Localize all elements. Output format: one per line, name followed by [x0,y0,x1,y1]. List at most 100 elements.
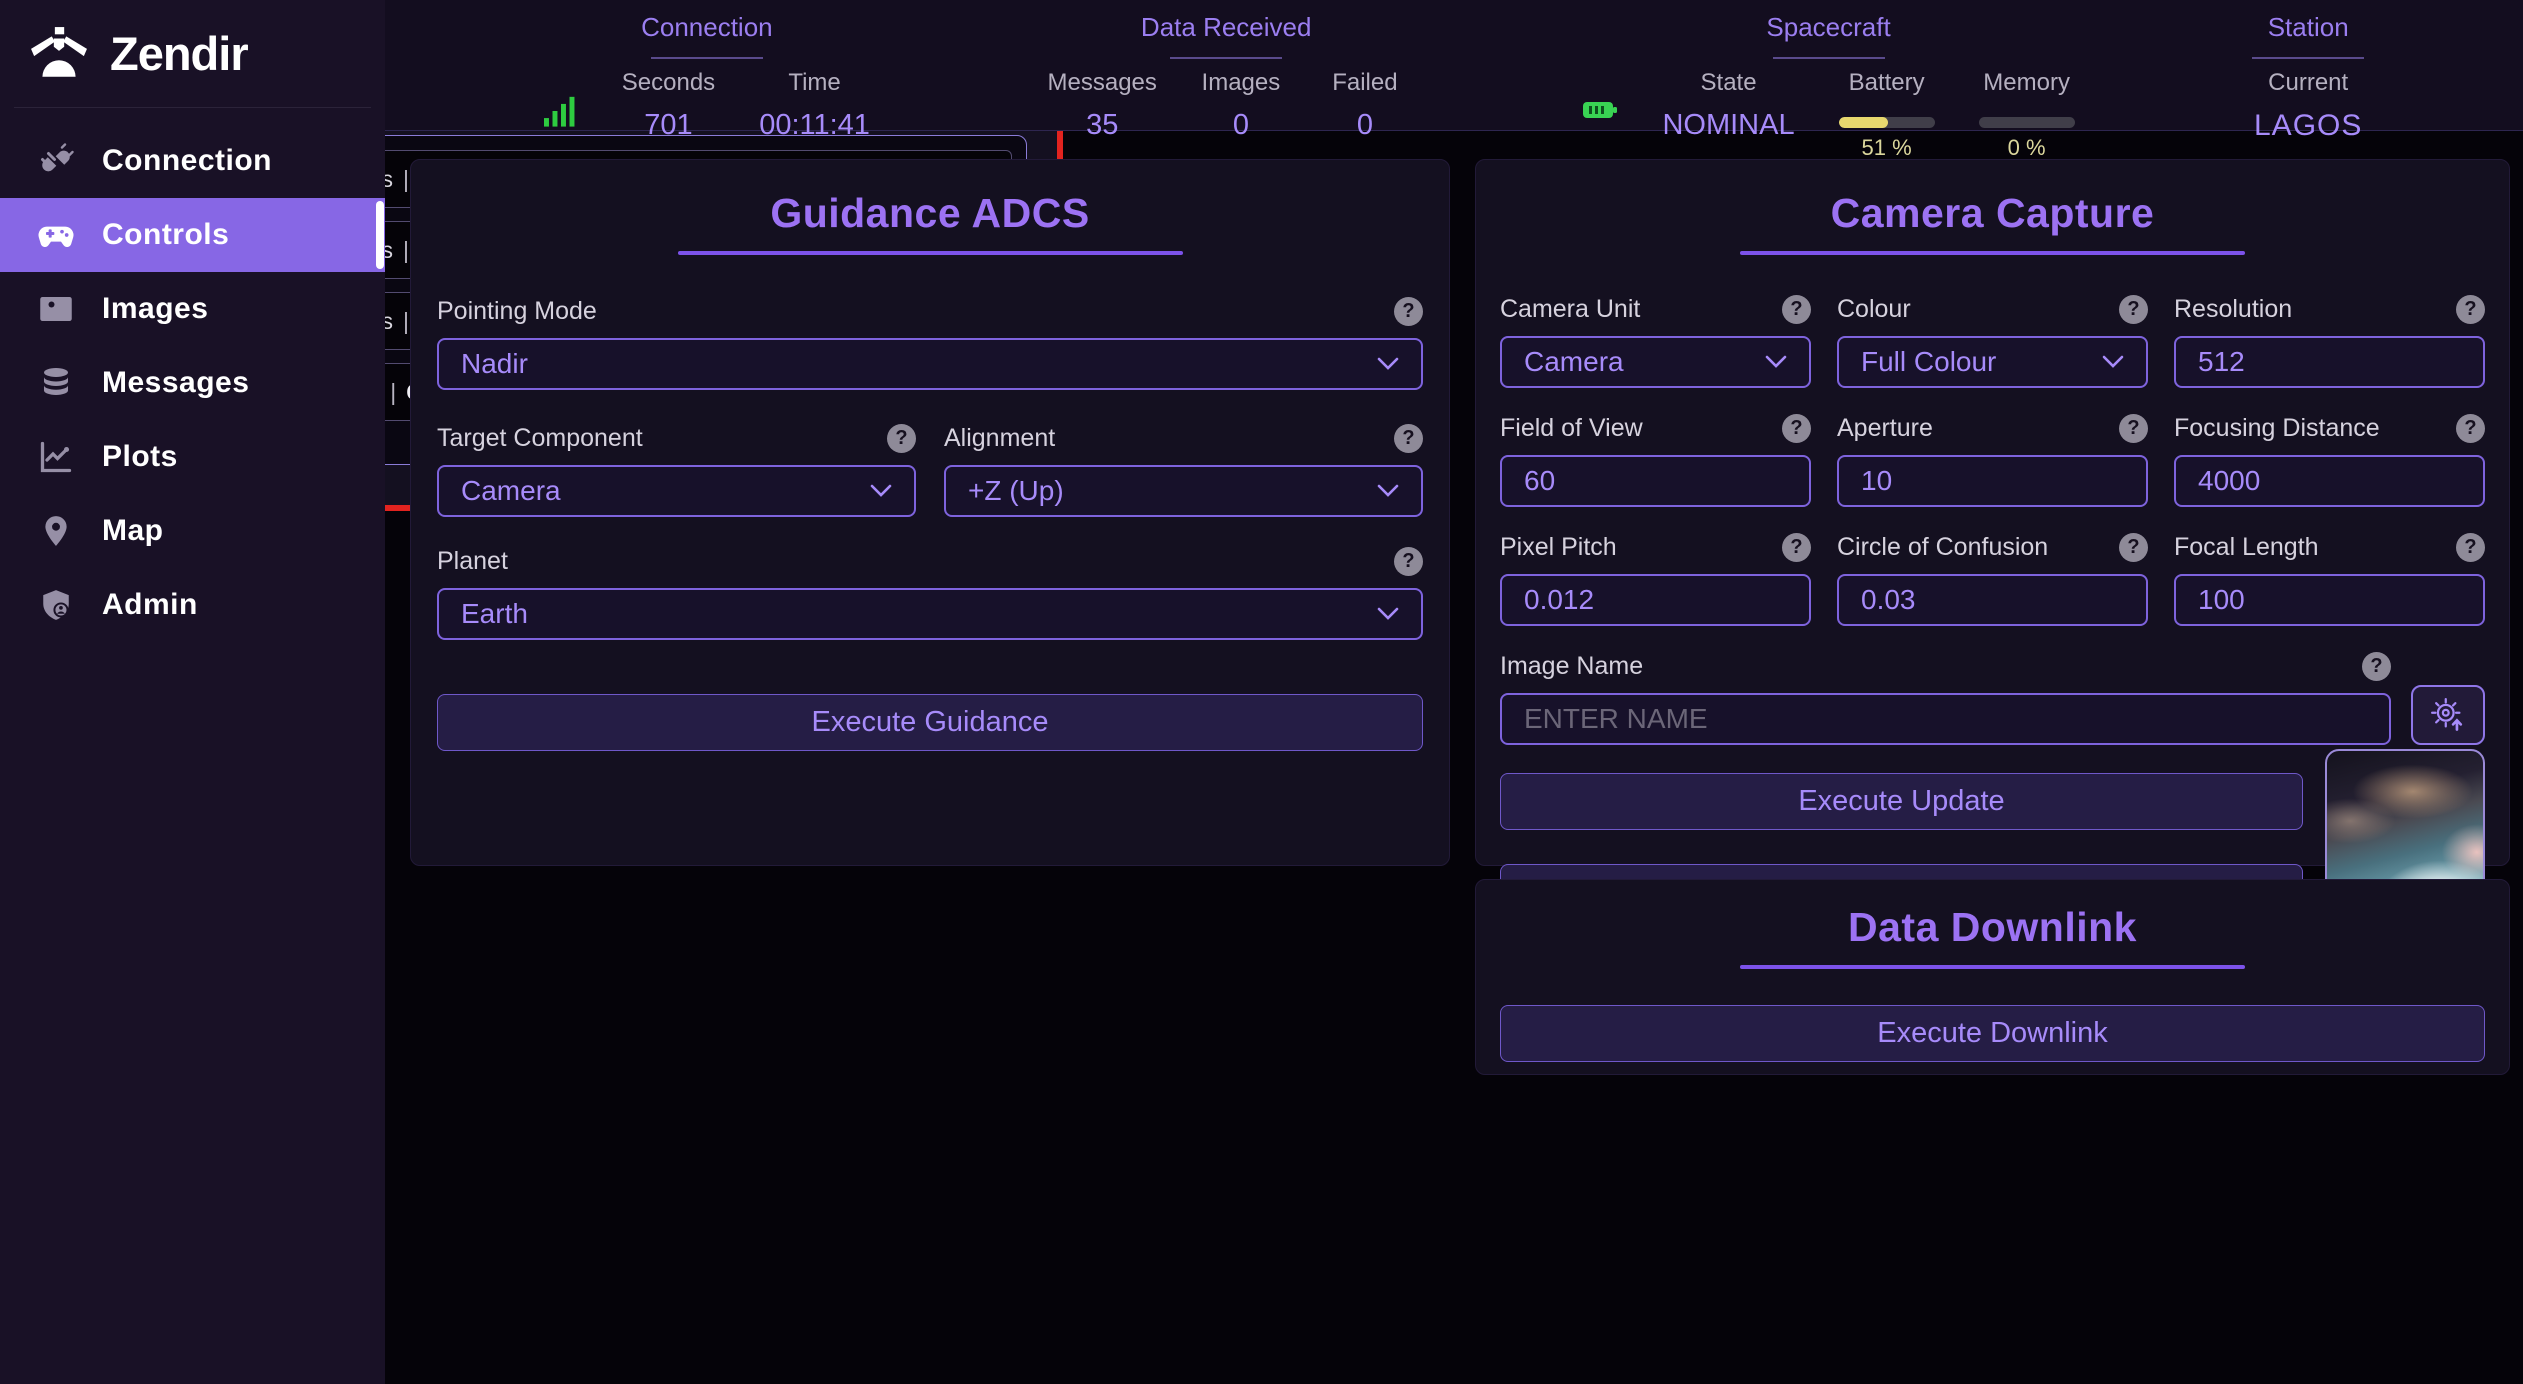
failed-label: Failed [1332,69,1397,97]
section-underline [2252,57,2364,59]
sidebar-item-label: Messages [102,366,249,400]
help-icon[interactable]: ? [2119,414,2148,443]
circle-of-confusion-input[interactable] [1837,574,2148,626]
focal-length-input[interactable] [2174,574,2485,626]
sidebar-item-controls[interactable]: Controls [0,198,385,272]
camera-unit-select[interactable]: Camera [1500,336,1811,388]
failed-value: 0 [1357,109,1373,142]
help-icon[interactable]: ? [1394,297,1423,326]
images-stat: Images 0 [1201,69,1281,142]
field-of-view-input[interactable] [1500,455,1811,507]
memory-meter [1979,117,2075,128]
gamepad-icon [36,215,76,255]
execute-guidance-button[interactable]: Execute Guidance [437,694,1423,751]
spacecraft-section: Spacecraft State NOMINAL Battery 51 [1582,0,2074,161]
help-icon[interactable]: ? [2362,652,2391,681]
images-value: 0 [1233,109,1249,142]
chart-icon [36,437,76,477]
time-label: Time [788,69,840,97]
sidebar-item-images[interactable]: Images [0,272,385,346]
help-icon[interactable]: ? [2119,533,2148,562]
panel-title-underline [678,251,1183,255]
help-icon[interactable]: ? [1782,533,1811,562]
status-topbar: Connection Seconds 701 Time 00:11:41 [385,0,2523,131]
current-station-stat: Current LAGOS [2254,69,2362,143]
seconds-label: Seconds [622,69,715,97]
camera-capture-panel: Camera Capture Camera Unit ? Camera Colo… [1475,159,2510,866]
help-icon[interactable]: ? [1782,295,1811,324]
sidebar-item-label: Admin [102,588,198,622]
sidebar-item-label: Connection [102,144,272,178]
target-component-value: Camera [461,475,561,507]
camera-unit-label: Camera Unit [1500,295,1640,324]
execute-update-button[interactable]: Execute Update [1500,773,2303,830]
time-value: 00:11:41 [759,109,870,142]
images-label: Images [1202,69,1281,97]
gear-upload-icon [2429,696,2467,734]
help-icon[interactable]: ? [2119,295,2148,324]
sidebar-item-label: Controls [102,218,229,252]
target-component-select[interactable]: Camera [437,465,916,517]
memory-percent: 0 % [2008,135,2046,161]
execute-downlink-button[interactable]: Execute Downlink [1500,1005,2485,1062]
signal-bars-icon [544,95,578,127]
focusing-distance-input[interactable] [2174,455,2485,507]
planet-select[interactable]: Earth [437,588,1423,640]
pointing-mode-label: Pointing Mode [437,297,597,326]
help-icon[interactable]: ? [887,424,916,453]
help-icon[interactable]: ? [1782,414,1811,443]
sidebar-item-messages[interactable]: Messages [0,346,385,420]
aperture-input[interactable] [1837,455,2148,507]
help-icon[interactable]: ? [1394,547,1423,576]
connection-section: Connection Seconds 701 Time 00:11:41 [544,0,870,142]
data-received-section: Data Received Messages 35 Images 0 Faile… [1048,0,1405,142]
sidebar-item-label: Map [102,514,164,548]
sidebar-item-label: Plots [102,440,178,474]
brand-name: Zendir [110,26,248,81]
brand: Zendir [0,0,385,105]
planet-value: Earth [461,598,528,630]
state-stat: State NOMINAL [1662,69,1794,142]
help-icon[interactable]: ? [2456,414,2485,443]
battery-stat: Battery 51 % [1839,69,1935,161]
image-name-input[interactable] [1500,693,2391,745]
state-value: NOMINAL [1662,109,1794,142]
seconds-value: 701 [644,109,692,142]
help-icon[interactable]: ? [2456,533,2485,562]
guidance-panel-title: Guidance ADCS [437,190,1423,237]
spacecraft-title: Spacecraft [1766,12,1890,43]
connection-title: Connection [641,12,773,43]
failed-stat: Failed 0 [1325,69,1405,142]
alignment-value: +Z (Up) [968,475,1064,507]
pixel-pitch-input[interactable] [1500,574,1811,626]
planet-label: Planet [437,547,508,576]
sidebar-item-connection[interactable]: Connection [0,124,385,198]
help-icon[interactable]: ? [2456,295,2485,324]
sidebar-item-admin[interactable]: Admin [0,568,385,642]
memory-label: Memory [1983,69,2070,97]
image-name-label: Image Name [1500,652,1643,681]
pointing-mode-select[interactable]: Nadir [437,338,1423,390]
guidance-adcs-panel: Guidance ADCS Pointing Mode ? Nadir Targ… [410,159,1450,866]
chevron-down-icon [1377,484,1399,498]
battery-fill [1839,117,1888,128]
colour-select[interactable]: Full Colour [1837,336,2148,388]
resolution-input[interactable] [2174,336,2485,388]
panel-title-underline [1740,965,2245,969]
data-received-title: Data Received [1141,12,1312,43]
pixel-pitch-label: Pixel Pitch [1500,533,1617,562]
image-settings-button[interactable] [2411,685,2485,745]
camera-unit-value: Camera [1524,346,1624,378]
database-icon [36,363,76,403]
image-icon [36,289,76,329]
state-label: State [1701,69,1757,97]
data-downlink-panel: Data Downlink Execute Downlink [1475,879,2510,1075]
sidebar-item-plots[interactable]: Plots [0,420,385,494]
aperture-label: Aperture [1837,414,1933,443]
zendir-logo-icon [30,27,88,81]
data-downlink-title: Data Downlink [1500,904,2485,951]
seconds-stat: Seconds 701 [622,69,715,142]
help-icon[interactable]: ? [1394,424,1423,453]
sidebar-item-map[interactable]: Map [0,494,385,568]
alignment-select[interactable]: +Z (Up) [944,465,1423,517]
